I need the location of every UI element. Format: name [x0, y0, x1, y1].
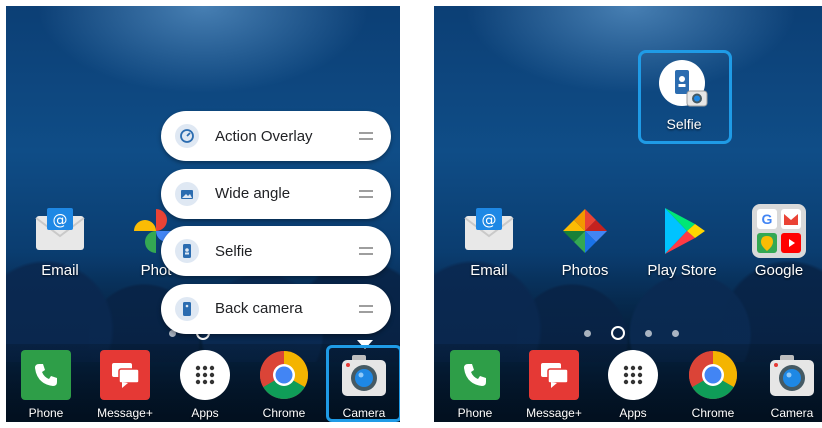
app-label: Email: [41, 262, 79, 279]
shortcut-wide-angle[interactable]: Wide angle: [161, 168, 391, 219]
svg-text:G: G: [762, 211, 773, 227]
message-plus-icon: [529, 350, 579, 400]
app-label: Camera: [770, 406, 814, 420]
shortcut-label: Wide angle: [215, 185, 291, 202]
play-store-icon: [655, 204, 709, 258]
app-label: Chrome: [691, 406, 735, 420]
app-label: Phone: [457, 406, 493, 420]
message-plus-icon: [100, 350, 150, 400]
app-shortcuts-menu: Action Overlay Wide angle Selfie Back ca…: [161, 111, 391, 349]
dock-app-apps[interactable]: Apps: [593, 350, 673, 420]
chrome-icon: [688, 350, 738, 400]
apps-grid-icon: [180, 350, 230, 400]
action-overlay-icon: [175, 124, 199, 148]
photos-icon: [558, 204, 612, 258]
app-play-store[interactable]: Play Store: [640, 204, 724, 279]
email-icon: @: [33, 204, 87, 258]
shortcut-selfie[interactable]: Selfie: [161, 226, 391, 276]
app-email[interactable]: @ Email: [18, 204, 102, 279]
app-label: Message+: [97, 406, 153, 420]
shortcut-label: Selfie: [215, 242, 253, 260]
app-label: Photos: [561, 262, 609, 279]
drag-handle-icon[interactable]: [359, 304, 373, 313]
app-label: Chrome: [262, 406, 306, 420]
dock-app-chrome[interactable]: Chrome: [673, 350, 753, 420]
app-label: Email: [470, 262, 508, 279]
phone-icon: [450, 350, 500, 400]
selfie-icon: [175, 239, 199, 263]
dock-app-message-plus[interactable]: Message+: [514, 350, 594, 420]
page-dot: [644, 329, 652, 337]
camera-icon: [767, 350, 817, 400]
app-label: Google: [754, 262, 804, 279]
shortcut-label: Back camera: [215, 300, 303, 317]
app-label: Play Store: [647, 262, 717, 279]
dock-app-apps[interactable]: Apps: [165, 350, 245, 420]
phone-icon: [21, 350, 71, 400]
svg-text:@: @: [482, 211, 497, 229]
shortcut-label: Action Overlay: [215, 127, 313, 145]
dock-app-phone[interactable]: Phone: [435, 350, 515, 420]
dock-app-phone[interactable]: Phone: [6, 350, 86, 420]
app-google-folder[interactable]: G Google: [737, 204, 821, 279]
shortcut-back-camera[interactable]: Back camera: [161, 283, 391, 334]
selfie-highlight-frame: [638, 50, 732, 144]
drag-handle-icon[interactable]: [359, 189, 373, 198]
dock-app-chrome[interactable]: Chrome: [244, 350, 324, 420]
page-dot: [583, 329, 591, 337]
drag-handle-icon[interactable]: [359, 247, 373, 255]
home-screen-right: Selfie @ Email Photos Play Store G Googl…: [434, 6, 822, 422]
dock-app-camera[interactable]: Camera: [752, 350, 822, 420]
app-label: Apps: [619, 406, 647, 420]
google-folder-icon: G: [752, 204, 806, 258]
app-label: Message+: [526, 406, 582, 420]
back-camera-icon: [175, 296, 199, 321]
app-label: Phone: [28, 406, 64, 420]
drag-handle-icon[interactable]: [359, 132, 373, 140]
svg-text:@: @: [53, 211, 68, 229]
page-dot: [671, 329, 679, 337]
home-screen-left: @ Email Phot Action Overlay Wide angle S…: [6, 6, 400, 422]
page-indicator: [434, 325, 822, 341]
email-icon: @: [462, 204, 516, 258]
chrome-icon: [259, 350, 309, 400]
app-email[interactable]: @ Email: [447, 204, 531, 279]
app-photos[interactable]: Photos: [543, 204, 627, 279]
app-label: Apps: [191, 406, 219, 420]
page-dot-current: [610, 326, 625, 340]
dock-app-message-plus[interactable]: Message+: [85, 350, 165, 420]
shortcut-action-overlay[interactable]: Action Overlay: [161, 111, 391, 161]
wide-angle-icon: [175, 181, 199, 206]
camera-highlight-frame: [326, 345, 400, 422]
apps-grid-icon: [608, 350, 658, 400]
